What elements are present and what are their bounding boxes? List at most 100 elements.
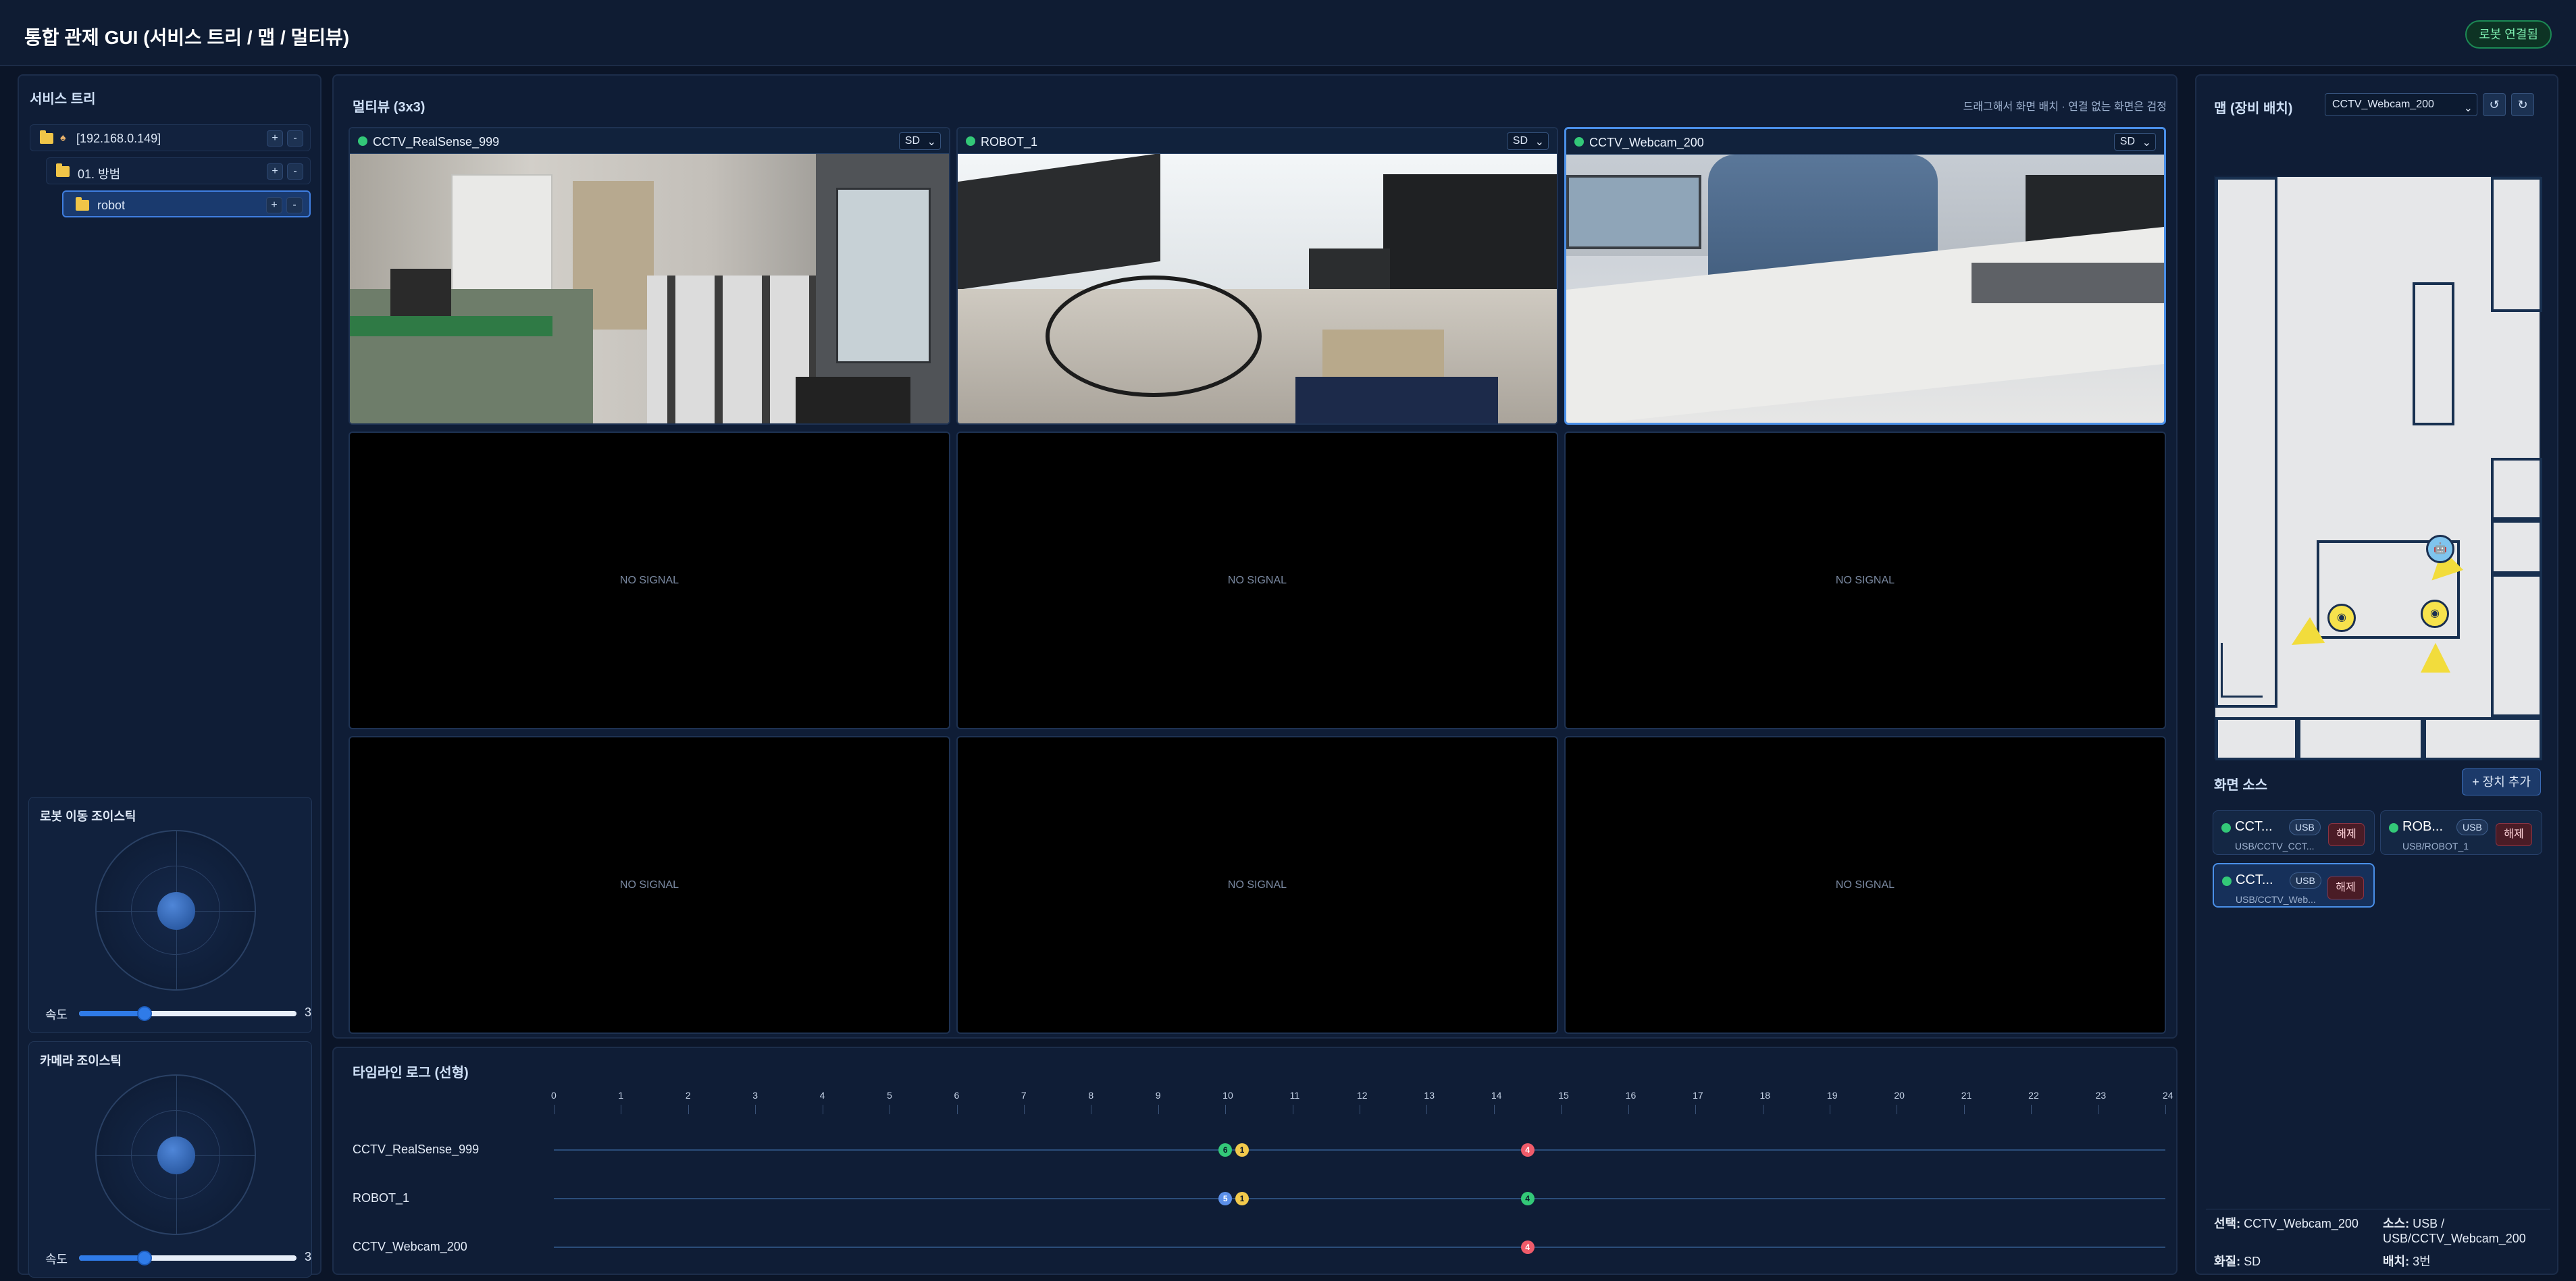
source-info-path: USB/CCTV_Webcam_200 [2383, 1232, 2526, 1245]
camera-joystick[interactable] [95, 1074, 256, 1235]
timeline-tick [1158, 1105, 1159, 1114]
joystick-title: 카메라 조이스틱 [40, 1054, 122, 1068]
quality-select[interactable]: SD ⌄ [1506, 132, 1549, 150]
add-device-button[interactable]: + 장치 추가 [2462, 768, 2541, 795]
timeline-event-marker[interactable]: 1 [1235, 1143, 1250, 1157]
map-device-select[interactable]: CCTV_Webcam_200 ⌄ [2325, 93, 2477, 116]
live-indicator [1574, 137, 1584, 147]
chevron-down-icon: ⌄ [2463, 103, 2473, 114]
timeline-event-marker[interactable]: 4 [1520, 1143, 1535, 1157]
tree-add-button[interactable]: + [266, 197, 282, 213]
timeline-title: 타임라인 로그 (선형) [353, 1066, 469, 1080]
tree-add-button[interactable]: + [267, 163, 283, 180]
quality-select[interactable]: SD ⌄ [2113, 133, 2156, 151]
timeline-track [554, 1247, 2165, 1248]
tree-item-label: robot [97, 199, 126, 212]
timeline-tick [2031, 1105, 2032, 1114]
map-refresh-button[interactable]: ↻ [2511, 93, 2534, 116]
camera-joystick-panel: 카메라 조이스틱 속도 3 [28, 1041, 312, 1278]
robot-move-joystick-panel: 로봇 이동 조이스틱 속도 3 [28, 797, 312, 1033]
multiview-hint: 드래그해서 화면 배치 · 연결 없는 화면은 검정 [1963, 101, 2167, 113]
tree-item-robot[interactable]: robot + - [62, 190, 311, 217]
no-signal-text: NO SIGNAL [1227, 879, 1287, 891]
multiview-cell-5[interactable]: NO SIGNAL [956, 432, 1558, 729]
multiview-cell-8[interactable]: NO SIGNAL [956, 736, 1558, 1034]
source-card[interactable]: CCT... USB USB/CCTV_CCT... 해제 [2213, 810, 2375, 855]
chevron-down-icon: ⌄ [1535, 136, 1544, 148]
timeline-tick [1628, 1105, 1629, 1114]
camera-speed-slider[interactable] [79, 1251, 297, 1265]
tree-item-label: 01. 방범 [78, 167, 121, 181]
no-signal-text: NO SIGNAL [1835, 879, 1895, 891]
timeline-tick-label: 13 [1424, 1090, 1435, 1101]
timeline-tick [688, 1105, 689, 1114]
folder-icon [56, 163, 70, 177]
multiview-cell-6[interactable]: NO SIGNAL [1564, 432, 2166, 729]
live-indicator [2221, 823, 2231, 833]
timeline-tick [1225, 1105, 1227, 1114]
map-title: 맵 (장비 배치) [2214, 101, 2293, 116]
multiview-cell-9[interactable]: NO SIGNAL [1564, 736, 2166, 1034]
move-speed-slider[interactable] [79, 1006, 297, 1021]
quality-info: 화질: SD [2214, 1255, 2261, 1268]
camera-feed [1566, 155, 2164, 423]
timeline-event-marker[interactable]: 4 [1520, 1240, 1535, 1254]
multiview-cell-4[interactable]: NO SIGNAL [349, 432, 950, 729]
timeline-tick-label: 21 [1961, 1090, 1972, 1101]
quality-select[interactable]: SD ⌄ [898, 132, 941, 150]
tree-item-ip[interactable]: ♠ [192.168.0.149] + - [30, 124, 311, 151]
cell-header: CCTV_Webcam_200 SD ⌄ [1566, 129, 2164, 155]
release-button[interactable]: 해제 [2496, 823, 2532, 846]
slot-info: 배치: 3번 [2383, 1255, 2431, 1268]
cell-device-name: ROBOT_1 [981, 135, 1038, 149]
folder-icon [76, 197, 89, 211]
timeline-event-marker[interactable]: 5 [1218, 1192, 1233, 1205]
joystick-title: 로봇 이동 조이스틱 [40, 810, 136, 823]
no-signal-text: NO SIGNAL [619, 879, 679, 891]
live-indicator [966, 136, 975, 146]
source-card[interactable]: ROB... USB USB/ROBOT_1 해제 [2380, 810, 2542, 855]
map-panel: 맵 (장비 배치) CCTV_Webcam_200 ⌄ ↺ ↻ 🤖 ◉ ◉ 화면 … [2195, 74, 2558, 1275]
no-signal-text: NO SIGNAL [1227, 575, 1287, 586]
tree-remove-button[interactable]: - [287, 130, 303, 147]
source-card[interactable]: CCT... USB USB/CCTV_Web... 해제 [2213, 863, 2375, 908]
release-button[interactable]: 해제 [2328, 823, 2365, 846]
multiview-cell-2[interactable]: ROBOT_1 SD ⌄ [956, 127, 1558, 425]
camera-feed [350, 154, 949, 423]
speed-label: 속도 [45, 1008, 68, 1022]
tree-item-security[interactable]: 01. 방범 + - [46, 157, 311, 184]
timeline-track [554, 1198, 2165, 1199]
timeline-tick [2165, 1105, 2166, 1114]
timeline-event-marker[interactable]: 4 [1520, 1192, 1535, 1205]
tree-remove-button[interactable]: - [286, 197, 303, 213]
speed-value: 3 [305, 1005, 312, 1019]
timeline-tick-label: 24 [2163, 1090, 2173, 1101]
timeline-tick-label: 14 [1491, 1090, 1502, 1101]
joystick-knob[interactable] [157, 1136, 195, 1174]
camera-marker-icon[interactable]: ◉ [2327, 604, 2356, 632]
app-header: 통합 관제 GUI (서비스 트리 / 맵 / 멀티뷰) 로봇 연결됨 [0, 0, 2576, 66]
release-button[interactable]: 해제 [2327, 877, 2364, 899]
floor-map[interactable]: 🤖 ◉ ◉ [2214, 176, 2542, 760]
no-signal-text: NO SIGNAL [619, 575, 679, 586]
robot-marker-icon[interactable]: 🤖 [2426, 535, 2454, 563]
tree-add-button[interactable]: + [267, 130, 283, 147]
map-reset-button[interactable]: ↺ [2483, 93, 2506, 116]
multiview-cell-3[interactable]: CCTV_Webcam_200 SD ⌄ [1564, 127, 2166, 425]
tree-remove-button[interactable]: - [287, 163, 303, 180]
camera-marker-icon[interactable]: ◉ [2421, 600, 2449, 628]
timeline-tick-label: 7 [1021, 1090, 1027, 1101]
chevron-down-icon: ⌄ [2142, 137, 2151, 149]
timeline-tick-label: 23 [2095, 1090, 2107, 1101]
slider-thumb[interactable] [136, 1006, 152, 1021]
slider-thumb[interactable] [136, 1251, 152, 1265]
joystick-knob[interactable] [157, 892, 195, 930]
timeline-event-marker[interactable]: 6 [1218, 1143, 1233, 1157]
timeline-tick-label: 15 [1558, 1090, 1569, 1101]
service-tree-title: 서비스 트리 [30, 92, 96, 107]
multiview-cell-7[interactable]: NO SIGNAL [349, 736, 950, 1034]
multiview-cell-1[interactable]: CCTV_RealSense_999 SD ⌄ [349, 127, 950, 425]
robot-move-joystick[interactable] [95, 830, 256, 991]
timeline-event-marker[interactable]: 1 [1235, 1192, 1250, 1205]
timeline-tick-label: 12 [1357, 1090, 1368, 1101]
